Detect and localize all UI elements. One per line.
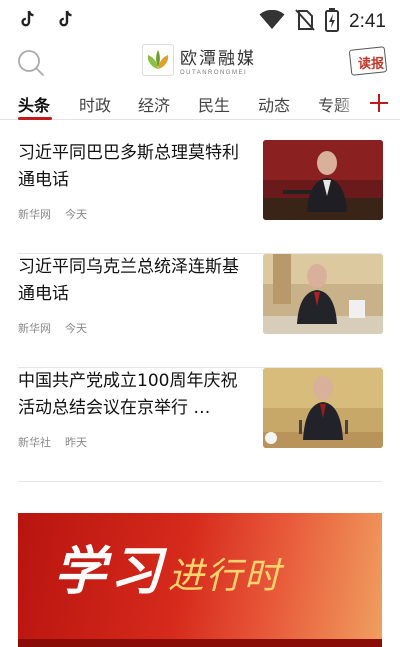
news-source: 新华网 xyxy=(18,208,51,221)
tab-economy[interactable]: 经济 xyxy=(138,92,170,116)
banner-subtitle: 进行时 xyxy=(168,556,283,597)
news-thumbnail xyxy=(263,254,383,334)
logo-title: 欧潭融媒 xyxy=(180,49,256,69)
search-icon xyxy=(18,50,44,76)
news-time: 今天 xyxy=(65,322,87,335)
read-newspaper-button[interactable]: 读报 xyxy=(348,46,390,76)
add-channel-icon[interactable] xyxy=(368,92,390,114)
tab-politics[interactable]: 时政 xyxy=(79,92,111,116)
news-item[interactable]: 习近平同巴巴多斯总理莫特利通电话 新华网 今天 xyxy=(18,140,383,254)
active-tab-indicator xyxy=(18,117,52,120)
news-thumbnail xyxy=(263,368,383,448)
banner-title: 学习 xyxy=(54,541,167,602)
read-newspaper-label: 读报 xyxy=(358,57,385,72)
tab-headlines[interactable]: 头条 xyxy=(18,92,50,116)
news-thumbnail xyxy=(263,140,383,220)
news-source: 新华网 xyxy=(18,322,51,335)
status-bar: 2:41 xyxy=(0,0,400,40)
no-sim-icon xyxy=(295,9,315,35)
battery-icon xyxy=(325,8,340,36)
status-time: 2:41 xyxy=(349,11,386,32)
search-button[interactable] xyxy=(16,48,46,78)
study-banner[interactable]: 学习 进行时 xyxy=(18,513,382,647)
news-title: 中国共产党成立100周年庆祝活动总结会议在京举行 … xyxy=(18,371,238,418)
wifi-icon xyxy=(259,9,285,34)
news-item[interactable]: 习近平同乌克兰总统泽连斯基通电话 新华网 今天 xyxy=(18,254,383,368)
tab-news-updates[interactable]: 动态 xyxy=(258,92,290,116)
tiktok-icon xyxy=(58,10,74,30)
logo-subtitle: OUTANRONGMEI xyxy=(180,70,248,76)
app-logo: 欧潭融媒 OUTANRONGMEI xyxy=(142,44,256,76)
tab-livelihood[interactable]: 民生 xyxy=(198,92,230,116)
news-item[interactable]: 中国共产党成立100周年庆祝活动总结会议在京举行 … 新华社 昨天 xyxy=(18,368,383,482)
news-time: 昨天 xyxy=(65,436,87,449)
logo-mark-icon xyxy=(142,44,174,76)
news-title: 习近平同乌克兰总统泽连斯基通电话 xyxy=(18,257,239,304)
news-title: 习近平同巴巴多斯总理莫特利通电话 xyxy=(18,143,239,190)
news-source: 新华社 xyxy=(18,436,51,449)
app-header: 欧潭融媒 OUTANRONGMEI 读报 xyxy=(0,40,400,84)
tiktok-icon xyxy=(20,10,36,30)
news-time: 今天 xyxy=(65,208,87,221)
category-tabs: 头条 时政 经济 民生 动态 专题 xyxy=(0,88,400,120)
